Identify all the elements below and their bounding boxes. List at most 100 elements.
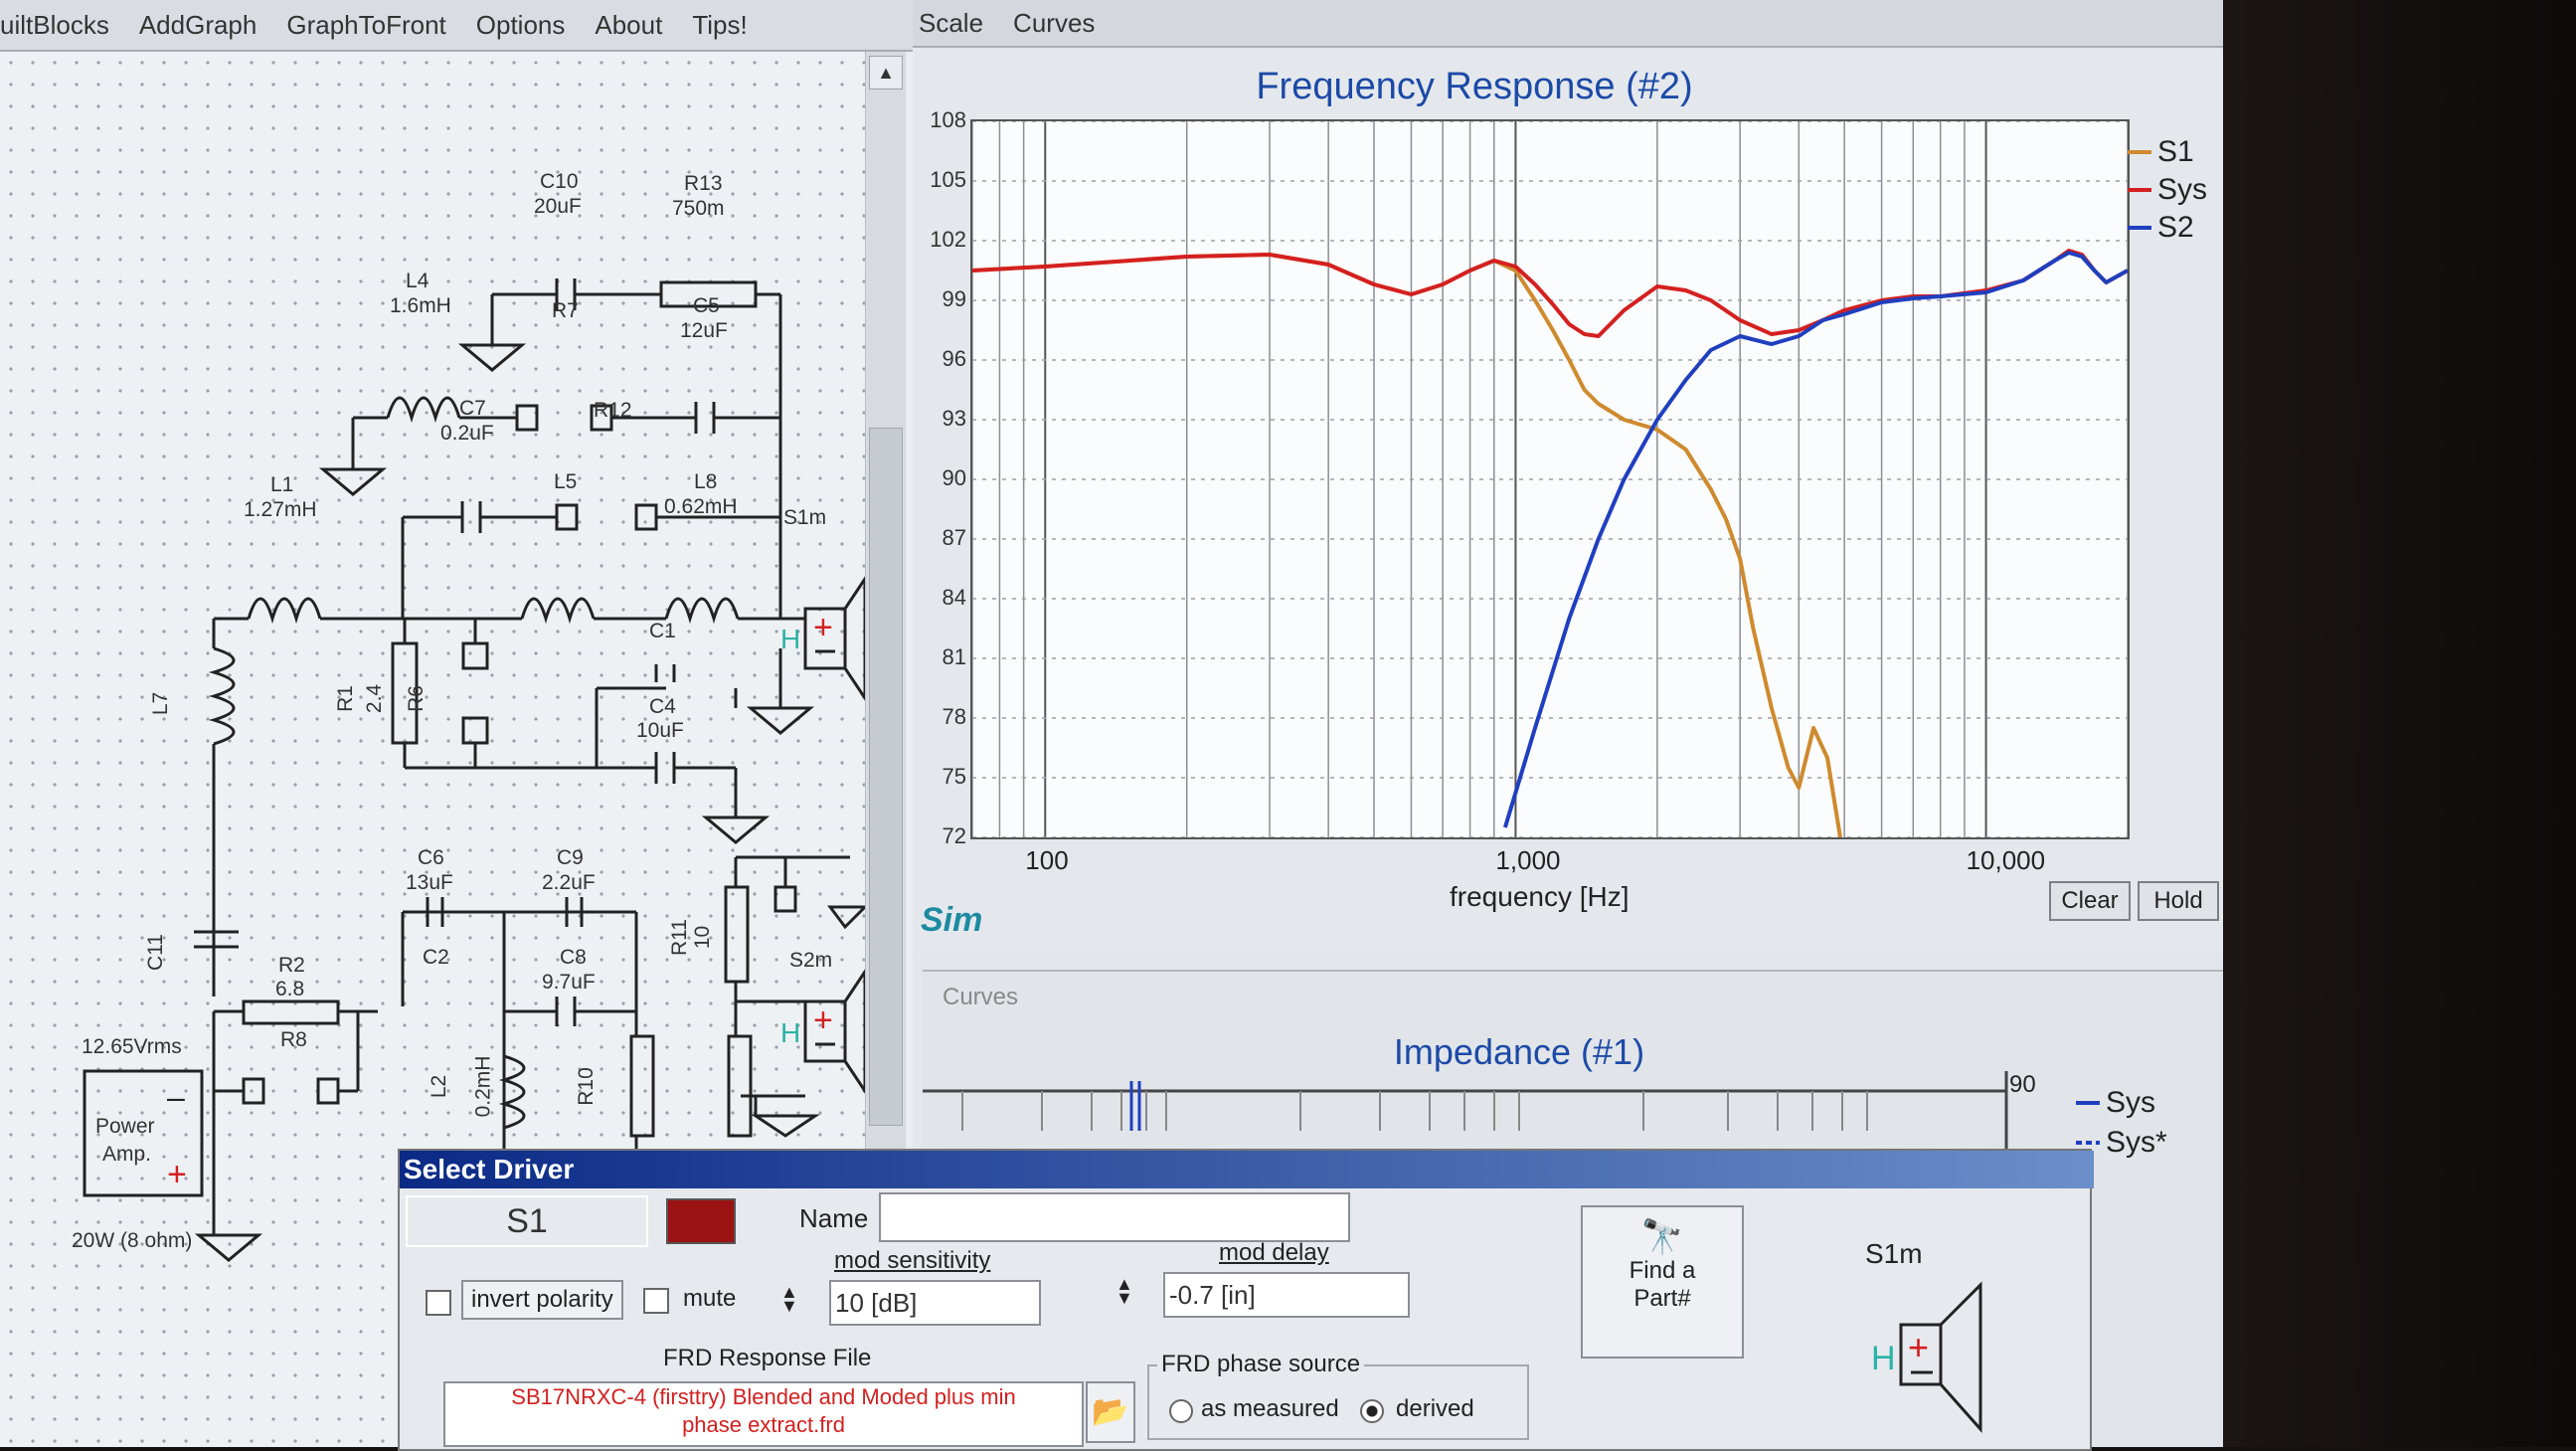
- label-c9: C9: [557, 846, 584, 869]
- impedance-swatch-sys: [2076, 1101, 2100, 1105]
- mod-delay-field[interactable]: -0.7 [in]: [1163, 1272, 1410, 1318]
- legend-item-sys: Sys: [2128, 173, 2207, 207]
- menu-item-options[interactable]: Options: [476, 10, 566, 41]
- hold-button[interactable]: Hold: [2138, 881, 2219, 921]
- sim-label: Sim: [921, 901, 983, 939]
- menu-item-buildblocks[interactable]: uiltBlocks: [0, 10, 109, 41]
- label-r11-value: 10: [691, 925, 715, 950]
- label-watts: 20W (8 ohm): [72, 1229, 193, 1252]
- select-driver-dialog: Select Driver S1 Name invert polarity mu…: [398, 1149, 2094, 1451]
- legend-label: S2: [2157, 211, 2194, 244]
- speaker-preview-icon: H +: [1871, 1281, 1982, 1433]
- svg-text:+: +: [813, 1001, 833, 1039]
- menu-item-scale[interactable]: Scale: [919, 8, 983, 39]
- label-l1-value: 1.27mH: [244, 498, 317, 521]
- menu-item-graphtofront[interactable]: GraphToFront: [286, 10, 445, 41]
- open-folder-icon[interactable]: 📂: [1086, 1381, 1135, 1443]
- name-label: Name: [799, 1203, 869, 1233]
- frd-file-line-1: SB17NRXC-4 (firsttry) Blended and Moded …: [511, 1384, 1016, 1409]
- svg-text:+: +: [167, 1156, 187, 1193]
- invert-polarity-checkbox[interactable]: [426, 1290, 451, 1316]
- find-part-label-2: Part#: [1633, 1285, 1691, 1312]
- derived-radio[interactable]: [1360, 1399, 1384, 1423]
- legend-swatch: [2128, 150, 2151, 154]
- label-c10: C10: [540, 170, 579, 193]
- label-r1-value: 2.4: [363, 683, 387, 714]
- schematic-menu-bar: uiltBlocks AddGraph GraphToFront Options…: [0, 0, 913, 52]
- label-r12: R12: [594, 399, 632, 422]
- label-c11: C11: [143, 934, 167, 971]
- menu-item-tips[interactable]: Tips!: [692, 10, 747, 41]
- as-measured-label[interactable]: as measured: [1201, 1395, 1339, 1423]
- name-field[interactable]: [879, 1192, 1350, 1242]
- label-c5-value: 12uF: [680, 319, 728, 342]
- label-r6: R6: [404, 685, 428, 712]
- label-c1: C1: [649, 620, 676, 642]
- label-c8-value: 9.7uF: [542, 971, 596, 994]
- label-r8: R8: [280, 1028, 307, 1051]
- driver-id: S1: [406, 1195, 648, 1247]
- label-r1: R1: [333, 685, 357, 712]
- menu-item-curves[interactable]: Curves: [1013, 8, 1095, 39]
- label-c4: C4: [649, 695, 676, 718]
- scroll-up-arrow-icon[interactable]: ▲: [869, 56, 903, 90]
- label-s1m: S1m: [783, 506, 827, 529]
- mod-sensitivity-label: mod sensitivity: [834, 1247, 991, 1274]
- x-tick-label: 10,000: [1966, 845, 2046, 875]
- find-part-button[interactable]: 🔭 Find a Part#: [1581, 1205, 1744, 1359]
- as-measured-radio[interactable]: [1169, 1399, 1193, 1423]
- label-r2-value: 6.8: [275, 978, 305, 1000]
- label-l4: L4: [406, 270, 429, 292]
- legend-label: Sys: [2157, 173, 2208, 206]
- label-vrms: 12.65Vrms: [82, 1035, 182, 1058]
- label-r13-value: 750m: [672, 197, 725, 220]
- label-l1: L1: [270, 473, 294, 496]
- driver-color-swatch[interactable]: [666, 1198, 736, 1244]
- legend-item-s2: S2: [2128, 211, 2194, 245]
- mod-sensitivity-field[interactable]: 10 [dB]: [829, 1280, 1041, 1326]
- label-l8-value: 0.62mH: [664, 495, 738, 518]
- mute-checkbox[interactable]: [643, 1288, 669, 1314]
- legend-item-s1: S1: [2128, 135, 2194, 169]
- frd-file-field[interactable]: SB17NRXC-4 (firsttry) Blended and Moded …: [443, 1381, 1084, 1447]
- invert-polarity-label[interactable]: invert polarity: [461, 1280, 623, 1320]
- mute-label[interactable]: mute: [683, 1285, 736, 1313]
- label-c2: C2: [423, 946, 449, 969]
- label-r2: R2: [278, 954, 305, 977]
- x-tick-label: 100: [1025, 845, 1069, 875]
- label-c6-value: 13uF: [406, 871, 453, 894]
- svg-text:+: +: [1908, 1327, 1929, 1367]
- label-amp: Amp.: [102, 1143, 152, 1166]
- preview-label: S1m: [1865, 1238, 1923, 1269]
- label-l4-value: 1.6mH: [390, 294, 451, 317]
- label-c8: C8: [560, 946, 587, 969]
- label-c7: C7: [459, 397, 486, 420]
- derived-label[interactable]: derived: [1396, 1395, 1474, 1423]
- chart-legend: S1 Sys S2: [913, 48, 2223, 346]
- impedance-swatch-sys-star: [2076, 1141, 2100, 1145]
- svg-text:H: H: [780, 1017, 800, 1048]
- label-c5: C5: [693, 294, 720, 317]
- impedance-legend-sys: Sys: [2076, 1086, 2155, 1120]
- mod-delay-spinner-icon[interactable]: ▲ ▼: [1116, 1275, 1133, 1307]
- dialog-title-bar[interactable]: Select Driver: [400, 1151, 2094, 1188]
- label-l8: L8: [694, 470, 718, 493]
- svg-text:+: +: [813, 609, 833, 646]
- scrollbar-thumb[interactable]: [869, 428, 903, 1126]
- graph-menu-bar: Scale Curves: [913, 0, 2223, 48]
- mod-delay-label: mod delay: [1219, 1239, 1329, 1266]
- impedance-title: Impedance (#1): [1393, 1031, 1645, 1072]
- clear-button[interactable]: Clear: [2049, 881, 2131, 921]
- label-l2: L2: [428, 1074, 451, 1099]
- legend-swatch: [2128, 226, 2151, 230]
- frequency-response-panel: Frequency Response (#2) 72 75 78 81 84 87 90 93…: [913, 48, 2223, 953]
- label-l2-value: 0.2mH: [471, 1055, 495, 1118]
- legend-swatch: [2128, 188, 2151, 192]
- label-c10-value: 20uF: [534, 195, 582, 218]
- menu-item-addgraph[interactable]: AddGraph: [139, 10, 258, 41]
- impedance-curves-menu[interactable]: Curves: [943, 984, 1018, 1011]
- menu-item-about[interactable]: About: [595, 10, 662, 41]
- mod-sensitivity-spinner-icon[interactable]: ▲ ▼: [780, 1283, 798, 1315]
- frd-file-line-2: phase extract.frd: [682, 1412, 845, 1437]
- background-dark-area: [2223, 0, 2576, 1447]
